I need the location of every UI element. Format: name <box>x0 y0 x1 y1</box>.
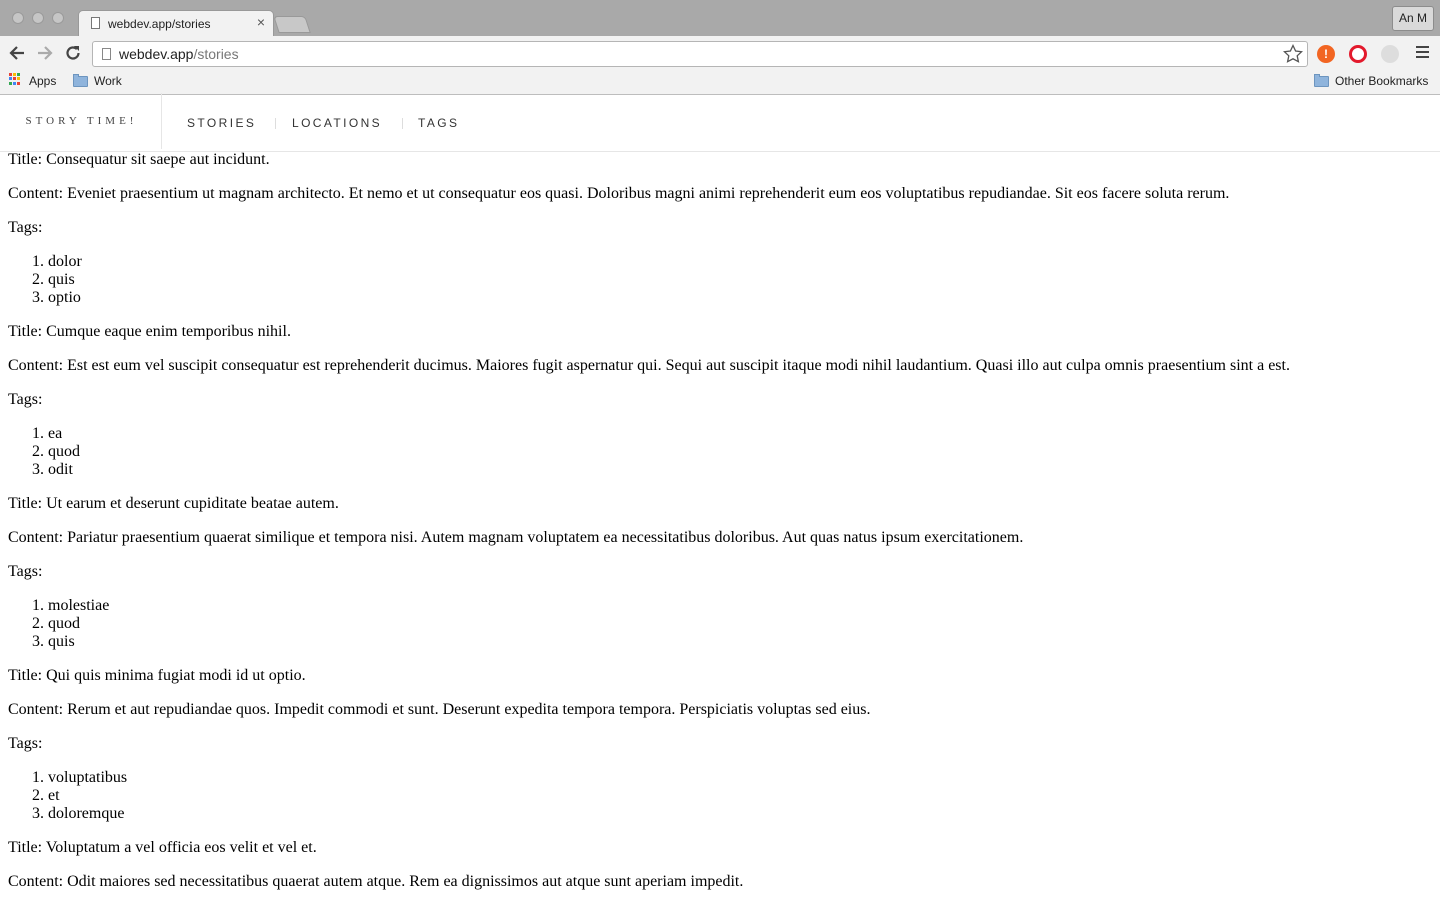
extension-alert-icon[interactable]: ! <box>1317 45 1335 63</box>
story-title: Title: Voluptatum a vel officia eos veli… <box>8 839 317 856</box>
story-item: Title: Voluptatum a vel officia eos veli… <box>8 839 1432 891</box>
story-tags-list: voluptatibus et doloremque <box>8 769 1432 823</box>
tag-item: quod <box>48 443 1432 461</box>
tag-item: molestiae <box>48 597 1432 615</box>
story-tags-label: Tags: <box>8 735 43 752</box>
tag-item: voluptatibus <box>48 769 1432 787</box>
arrow-left-icon <box>9 46 24 60</box>
apps-grid-icon <box>9 73 21 85</box>
browser-tab[interactable]: webdev.app/stories × <box>78 10 274 36</box>
page-icon <box>91 17 100 29</box>
bookmark-other[interactable]: Other Bookmarks <box>1335 74 1428 88</box>
tag-item: ea <box>48 425 1432 443</box>
tag-item: doloremque <box>48 805 1432 823</box>
url-text: webdev.app/stories <box>119 46 239 62</box>
forward-button[interactable] <box>34 42 56 64</box>
window-close-button[interactable] <box>12 12 24 24</box>
site-brand[interactable]: STORY TIME! <box>0 93 162 149</box>
tag-item: odit <box>48 461 1432 479</box>
story-item: Title: Ut earum et deserunt cupiditate b… <box>8 495 1432 651</box>
story-content: Content: Odit maiores sed necessitatibus… <box>8 873 744 890</box>
reload-icon <box>66 46 80 60</box>
nav-locations-link[interactable]: LOCATIONS <box>292 116 382 130</box>
tag-item: quis <box>48 633 1432 651</box>
bookmark-apps[interactable]: Apps <box>29 74 56 88</box>
story-item: Title: Cumque eaque enim temporibus nihi… <box>8 323 1432 479</box>
opera-extension-icon[interactable] <box>1349 45 1367 63</box>
nav-stories-link[interactable]: STORIES <box>187 116 256 130</box>
reload-button[interactable] <box>62 42 84 64</box>
story-tags-label: Tags: <box>8 563 43 580</box>
story-title: Title: Cumque eaque enim temporibus nihi… <box>8 323 291 340</box>
folder-icon <box>73 74 88 87</box>
window-minimize-button[interactable] <box>32 12 44 24</box>
nav-divider <box>402 118 403 129</box>
back-button[interactable] <box>6 42 28 64</box>
window-maximize-button[interactable] <box>52 12 64 24</box>
story-content: Content: Pariatur praesentium quaerat si… <box>8 529 1024 546</box>
story-title: Title: Qui quis minima fugiat modi id ut… <box>8 667 306 684</box>
nav-divider <box>275 118 276 129</box>
stories-list: Title: Consequatur sit saepe aut incidun… <box>8 151 1432 907</box>
browser-toolbar: webdev.app/stories ! <box>0 36 1440 70</box>
story-content: Content: Rerum et aut repudiandae quos. … <box>8 701 871 718</box>
story-content: Content: Eveniet praesentium ut magnam a… <box>8 185 1230 202</box>
new-tab-button[interactable] <box>273 16 311 33</box>
page-icon <box>102 48 111 60</box>
story-title: Title: Ut earum et deserunt cupiditate b… <box>8 495 339 512</box>
story-tags-list: dolor quis optio <box>8 253 1432 307</box>
star-icon[interactable] <box>1283 44 1303 64</box>
tab-close-icon[interactable]: × <box>257 14 265 30</box>
tag-item: dolor <box>48 253 1432 271</box>
story-tags-list: molestiae quod quis <box>8 597 1432 651</box>
tab-title: webdev.app/stories <box>108 17 211 31</box>
extension-sync-icon[interactable] <box>1381 45 1399 63</box>
arrow-right-icon <box>38 46 53 60</box>
tag-item: quod <box>48 615 1432 633</box>
bookmark-work[interactable]: Work <box>94 74 122 88</box>
story-title: Title: Consequatur sit saepe aut incidun… <box>8 151 270 168</box>
tag-item: optio <box>48 289 1432 307</box>
tag-item: quis <box>48 271 1432 289</box>
story-item: Title: Qui quis minima fugiat modi id ut… <box>8 667 1432 823</box>
browser-titlebar: webdev.app/stories × An M <box>0 0 1440 36</box>
address-bar[interactable]: webdev.app/stories <box>92 41 1308 67</box>
nav-tags-link[interactable]: TAGS <box>418 116 459 130</box>
site-navbar: STORY TIME! STORIES LOCATIONS TAGS <box>0 93 1440 152</box>
story-tags-label: Tags: <box>8 219 43 236</box>
folder-icon <box>1314 74 1329 87</box>
bookmarks-bar: Apps Work Other Bookmarks <box>0 70 1440 95</box>
tag-item: et <box>48 787 1432 805</box>
story-content: Content: Est est eum vel suscipit conseq… <box>8 357 1290 374</box>
profile-button[interactable]: An M <box>1392 6 1434 31</box>
story-tags-list: ea quod odit <box>8 425 1432 479</box>
hamburger-menu-icon[interactable] <box>1416 46 1429 61</box>
story-tags-label: Tags: <box>8 391 43 408</box>
story-item: Title: Consequatur sit saepe aut incidun… <box>8 151 1432 307</box>
